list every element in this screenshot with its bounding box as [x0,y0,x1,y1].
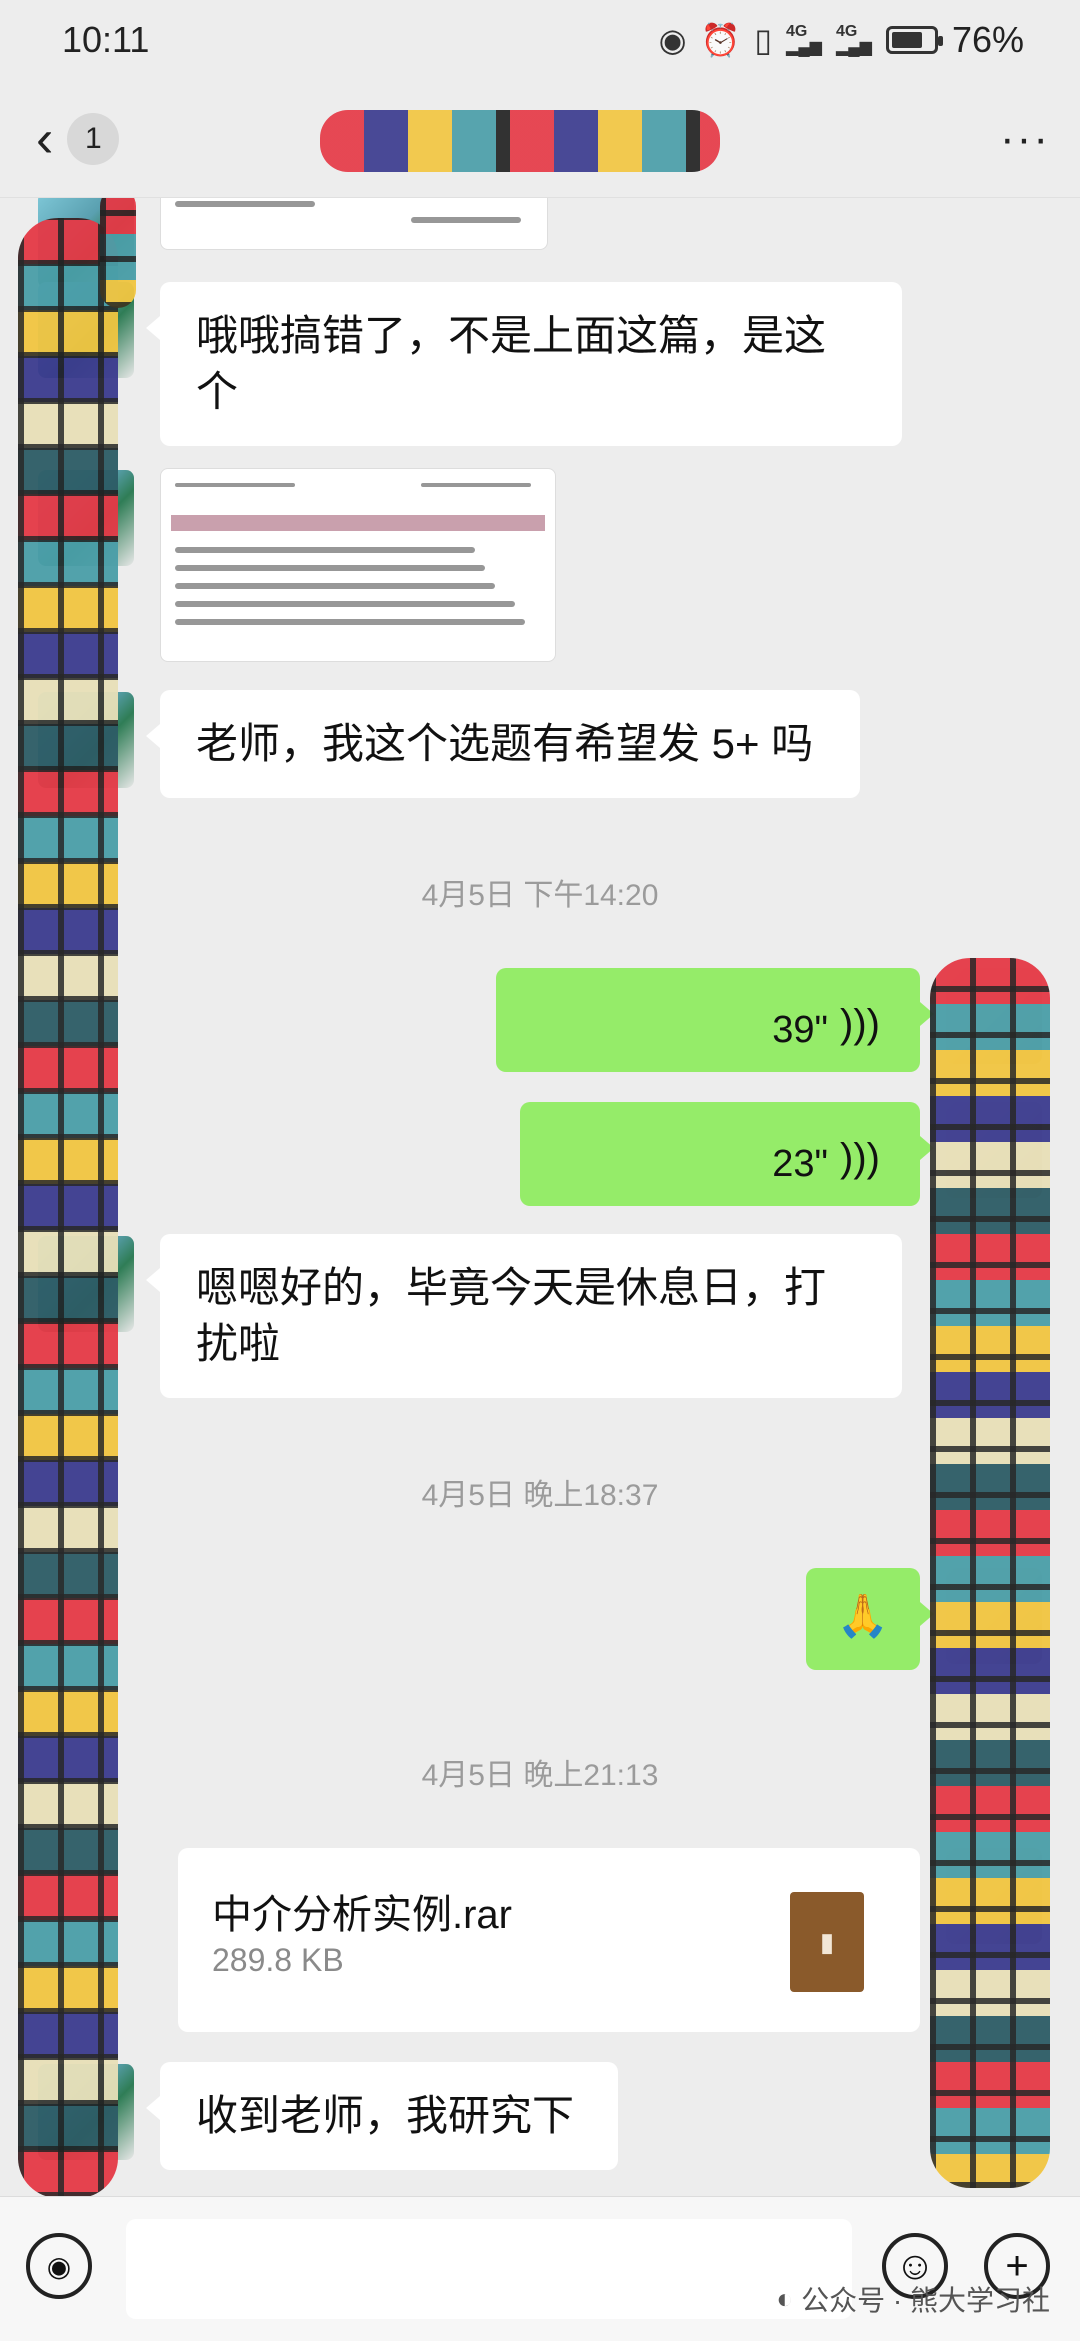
voice-message[interactable]: 39" ))) [496,968,934,1072]
file-name: 中介分析实例.rar [212,1893,512,1937]
image-text-line [175,201,315,207]
more-icon[interactable]: ··· [1000,114,1050,164]
message-bubble[interactable]: 收到老师，我研究下 [146,2062,618,2170]
redaction-scribble [18,218,118,2196]
message-bubble[interactable]: 哦哦搞错了，不是上面这篇，是这个 [146,282,902,446]
input-bar: ◉ ☺ + ◐ 公众号 · 熊大学习社 [0,2196,1080,2341]
chat-header: ‹ 1 ··· [0,80,1080,198]
image-text-line [411,217,521,223]
status-time: 10:11 [62,19,150,60]
emoji-message[interactable]: 🙏 [806,1568,934,1670]
redaction-scribble [930,958,1050,2188]
vibrate-icon: ▯ [754,22,773,58]
watermark-text: 公众号 · 熊大学习社 [801,2285,1050,2316]
image-text-line [421,483,531,487]
timestamp: 4月5日 晚上21:13 [421,1759,659,1792]
voice-icon: ◉ [46,2250,72,2282]
message-text: 哦哦搞错了，不是上面这篇，是这个 [196,312,827,415]
battery-fill [891,32,923,48]
image-text-line [175,583,495,589]
timestamp: 4月5日 下午14:20 [421,879,659,912]
unread-badge: 1 [67,112,120,165]
message-text: 嗯嗯好的，毕竟今天是休息日，打扰啦 [196,1264,827,1367]
alarm-icon: ⏰ [700,22,741,58]
eye-icon: ◉ [658,22,687,58]
signal-icon: 4G ▂▄▆ [786,23,822,56]
voice-message[interactable]: 23" ))) [520,1102,934,1206]
image-text-line [175,483,295,487]
status-icons: ◉ ⏰ ▯ 4G ▂▄▆ 4G ▂▄▆ 76% [659,19,1024,61]
back-button[interactable]: ‹ 1 [36,112,120,165]
battery-percent: 76% [951,19,1024,60]
chat-title-redacted [320,110,720,172]
timestamp: 4月5日 晚上18:37 [421,1479,659,1512]
chat-area[interactable]: 哦哦搞错了，不是上面这篇，是这个 老师，我这个选题有希望发 5+ 吗 4月5日 … [0,198,1080,2196]
message-bubble[interactable]: 老师，我这个选题有希望发 5+ 吗 [146,690,860,798]
image-text-line [175,601,515,607]
message-input[interactable] [126,2219,852,2319]
message-text: 老师，我这个选题有希望发 5+ 吗 [196,720,814,767]
voice-duration: 23" [772,1143,828,1185]
voice-wave-icon: ))) [840,1002,880,1046]
redaction-scribble [100,198,136,308]
image-text-line [175,565,485,571]
status-bar: 10:11 ◉ ⏰ ▯ 4G ▂▄▆ 4G ▂▄▆ 76% [0,0,1080,80]
message-text: 收到老师，我研究下 [196,2092,575,2139]
message-bubble[interactable]: 嗯嗯好的，毕竟今天是休息日，打扰啦 [146,1234,902,1398]
wechat-icon: ◐ [776,2283,794,2314]
praying-hands-icon: 🙏 [836,1592,890,1639]
voice-wave-icon: ))) [840,1136,880,1180]
chevron-left-icon[interactable]: ‹ [36,113,53,165]
file-size: 289.8 KB [212,1942,344,1978]
battery-icon [885,26,943,54]
zip-file-icon: ▮ [790,1892,864,1992]
signal-icon: 4G ▂▄▆ [835,23,872,56]
voice-input-toggle[interactable]: ◉ [26,2233,92,2299]
image-text-line [175,619,525,625]
image-header-band [171,515,545,531]
watermark: ◐ 公众号 · 熊大学习社 [776,2279,1050,2319]
file-message[interactable]: 中介分析实例.rar 289.8 KB ▮ [178,1848,920,2032]
image-message-partial[interactable] [160,198,548,250]
image-message[interactable] [160,468,556,662]
voice-duration: 39" [772,1009,828,1051]
image-text-line [175,547,475,553]
